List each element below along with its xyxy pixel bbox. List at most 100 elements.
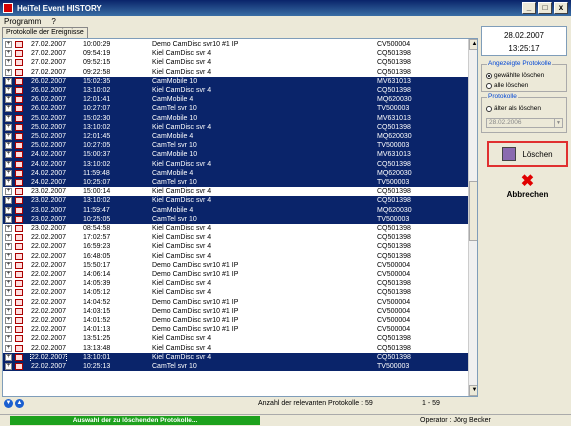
expand-icon[interactable]: + bbox=[5, 243, 12, 251]
menu-help[interactable]: ? bbox=[51, 16, 55, 27]
cell-device: Kiel CamDisc svr 4 bbox=[152, 289, 212, 297]
expand-icon[interactable]: + bbox=[5, 197, 12, 205]
cell-date: 24.02.2007 bbox=[31, 151, 67, 159]
cancel-button[interactable]: ✖ Abbrechen bbox=[487, 174, 568, 206]
expand-icon[interactable]: + bbox=[5, 41, 12, 48]
table-row[interactable]: +23.02.2007 08:54:58 Kiel CamDisc svr 4 CQ5… bbox=[3, 224, 468, 233]
expand-icon[interactable]: + bbox=[5, 225, 12, 232]
table-row[interactable]: +22.02.2007 14:01:52 Demo CamDisc svr10 #1… bbox=[3, 316, 468, 325]
table-row[interactable]: +26.02.2007 13:10:02 Kiel CamDisc svr 4 CQ5… bbox=[3, 86, 468, 96]
table-row[interactable]: +23.02.2007 11:59:47 CamMobile 4 MQ620030 bbox=[3, 205, 468, 215]
expand-icon[interactable]: + bbox=[5, 114, 12, 122]
expand-icon[interactable]: + bbox=[5, 160, 12, 168]
expand-icon[interactable]: + bbox=[5, 326, 12, 334]
expand-icon[interactable]: + bbox=[5, 142, 12, 150]
table-row[interactable]: +24.02.2007 15:00:37 CamMobile 10 MV631013 bbox=[3, 150, 468, 160]
cell-device: Demo CamDisc svr10 #1 IP bbox=[152, 261, 239, 269]
expand-icon[interactable]: + bbox=[5, 206, 12, 214]
expand-icon[interactable]: + bbox=[5, 363, 12, 370]
expand-icon[interactable]: + bbox=[5, 179, 12, 186]
expand-icon[interactable]: + bbox=[5, 188, 12, 196]
table-row[interactable]: +23.02.2007 10:25:05 CamTel svr 10 TV500003 bbox=[3, 214, 468, 224]
expand-icon[interactable]: + bbox=[5, 353, 12, 361]
older-date-field[interactable]: 28.02.2006 ▼ bbox=[486, 118, 563, 128]
table-row[interactable]: +22.02.2007 14:05:12 Kiel CamDisc svr 4 CQ5… bbox=[3, 288, 468, 297]
table-row[interactable]: +22.02.2007 14:05:39 Kiel CamDisc svr 4 CQ5… bbox=[3, 279, 468, 288]
table-row[interactable]: +27.02.2007 10:00:29 Demo CamDisc svr10 #1… bbox=[3, 40, 468, 49]
table-row[interactable]: +27.02.2007 09:52:15 Kiel CamDisc svr 4 CQ5… bbox=[3, 58, 468, 67]
expand-icon[interactable]: + bbox=[5, 344, 12, 352]
expand-icon[interactable]: + bbox=[5, 261, 12, 269]
close-button[interactable]: x bbox=[554, 2, 568, 14]
expand-icon[interactable]: + bbox=[5, 133, 12, 140]
expand-icon[interactable]: + bbox=[5, 96, 12, 104]
expand-icon[interactable]: + bbox=[5, 151, 12, 159]
scroll-up-icon[interactable]: ▲ bbox=[469, 39, 477, 50]
progress-bar: Auswahl der zu löschenden Protokolle... bbox=[10, 416, 260, 425]
minimize-button[interactable]: _ bbox=[522, 2, 536, 14]
expand-icon[interactable]: + bbox=[5, 123, 12, 131]
table-row[interactable]: +22.02.2007 14:03:15 Demo CamDisc svr10 #1… bbox=[3, 307, 468, 316]
table-row[interactable]: +22.02.2007 16:59:23 Kiel CamDisc svr 4 CQ5… bbox=[3, 242, 468, 251]
maximize-button[interactable]: □ bbox=[538, 2, 552, 14]
scroll-thumb[interactable] bbox=[469, 181, 477, 241]
table-row[interactable]: +22.02.2007 14:04:52 Demo CamDisc svr10 #1… bbox=[3, 298, 468, 307]
event-icon bbox=[15, 243, 23, 251]
expand-icon[interactable]: + bbox=[5, 335, 12, 343]
table-row[interactable]: +26.02.2007 10:27:07 CamTel svr 10 TV500003 bbox=[3, 104, 468, 114]
table-row[interactable]: +27.02.2007 09:22:58 Kiel CamDisc svr 4 CQ5… bbox=[3, 68, 468, 77]
expand-icon[interactable]: + bbox=[5, 289, 12, 297]
expand-icon[interactable]: + bbox=[5, 252, 12, 260]
table-row[interactable]: +25.02.2007 15:02:30 CamMobile 10 MV631013 bbox=[3, 113, 468, 123]
expand-icon[interactable]: + bbox=[5, 317, 12, 324]
radio-selected-delete[interactable]: gewählte löschen bbox=[486, 72, 544, 79]
expand-icon[interactable]: + bbox=[5, 87, 12, 94]
table-row[interactable]: +23.02.2007 13:10:02 Kiel CamDisc svr 4 CQ5… bbox=[3, 196, 468, 206]
nav-down-icon[interactable]: ▼ bbox=[4, 399, 13, 408]
table-row[interactable]: +24.02.2007 11:59:48 CamMobile 4 MQ620030 bbox=[3, 168, 468, 178]
radio-older-delete[interactable]: älter als löschen bbox=[486, 105, 541, 112]
table-row[interactable]: +22.02.2007 14:06:14 Demo CamDisc svr10 #1… bbox=[3, 270, 468, 279]
radio-all-delete[interactable]: alle löschen bbox=[486, 82, 528, 89]
table-row[interactable]: +22.02.2007 17:02:57 Kiel CamDisc svr 4 CQ5… bbox=[3, 233, 468, 242]
expand-icon[interactable]: + bbox=[5, 77, 12, 85]
table-row[interactable]: +25.02.2007 12:01:45 CamMobile 4 MQ620030 bbox=[3, 132, 468, 142]
table-row[interactable]: +22.02.2007 16:48:05 Kiel CamDisc svr 4 CQ5… bbox=[3, 252, 468, 261]
chevron-down-icon[interactable]: ▼ bbox=[554, 119, 562, 127]
table-row[interactable]: +24.02.2007 13:10:02 Kiel CamDisc svr 4 CQ5… bbox=[3, 159, 468, 169]
table-row[interactable]: +23.02.2007 15:00:14 Kiel CamDisc svr 4 CQ5… bbox=[3, 187, 468, 196]
expand-icon[interactable]: + bbox=[5, 234, 12, 242]
table-row[interactable]: +22.02.2007 13:10:01 Kiel CamDisc svr 4 CQ5… bbox=[3, 351, 468, 363]
table-row[interactable]: +24.02.2007 10:25:07 CamTel svr 10 TV500003 bbox=[3, 178, 468, 188]
expand-icon[interactable]: + bbox=[5, 215, 12, 223]
table-row[interactable]: +25.02.2007 10:27:05 CamTel svr 10 TV500003 bbox=[3, 141, 468, 151]
expand-icon[interactable]: + bbox=[5, 298, 12, 306]
vertical-scrollbar[interactable]: ▲ ▼ bbox=[468, 39, 477, 396]
expand-icon[interactable]: + bbox=[5, 280, 12, 288]
expand-icon[interactable]: + bbox=[5, 59, 12, 67]
expand-icon[interactable]: + bbox=[5, 50, 12, 58]
table-row[interactable]: +25.02.2007 13:10:02 Kiel CamDisc svr 4 CQ5… bbox=[3, 122, 468, 132]
event-icon bbox=[15, 50, 23, 58]
expand-icon[interactable]: + bbox=[5, 105, 12, 113]
nav-up-icon[interactable]: ▲ bbox=[15, 399, 24, 408]
cell-time: 09:54:19 bbox=[83, 50, 111, 58]
menu-programm[interactable]: Programm bbox=[4, 16, 41, 27]
expand-icon[interactable]: + bbox=[5, 169, 12, 177]
table-row[interactable]: +26.02.2007 12:01:41 CamMobile 4 MQ620030 bbox=[3, 95, 468, 105]
table-row[interactable]: +27.02.2007 09:54:19 Kiel CamDisc svr 4 CQ5… bbox=[3, 49, 468, 58]
table-row[interactable]: +22.02.2007 13:13:48 Kiel CamDisc svr 4 CQ5… bbox=[3, 344, 468, 353]
table-row[interactable]: +22.02.2007 14:01:13 Demo CamDisc svr10 #1… bbox=[3, 325, 468, 334]
expand-icon[interactable]: + bbox=[5, 68, 12, 76]
table-row[interactable]: +22.02.2007 10:25:13 CamTel svr 10 TV500003 bbox=[3, 362, 468, 372]
expand-icon[interactable]: + bbox=[5, 271, 12, 278]
tab-protokolle[interactable]: Protokolle der Ereignisse bbox=[2, 27, 88, 38]
expand-icon[interactable]: + bbox=[5, 307, 12, 315]
table-row[interactable]: +26.02.2007 15:02:35 CamMobile 10 MV631013 bbox=[3, 76, 468, 86]
delete-button[interactable]: Löschen bbox=[487, 141, 568, 167]
table-row[interactable]: +22.02.2007 13:51:25 Kiel CamDisc svr 4 CQ5… bbox=[3, 334, 468, 343]
event-list[interactable]: +27.02.2007 10:00:29 Demo CamDisc svr10 #1… bbox=[2, 38, 478, 397]
table-row[interactable]: +22.02.2007 15:50:17 Demo CamDisc svr10 #1… bbox=[3, 261, 468, 270]
cell-date: 25.02.2007 bbox=[31, 114, 67, 122]
scroll-down-icon[interactable]: ▼ bbox=[469, 385, 477, 396]
